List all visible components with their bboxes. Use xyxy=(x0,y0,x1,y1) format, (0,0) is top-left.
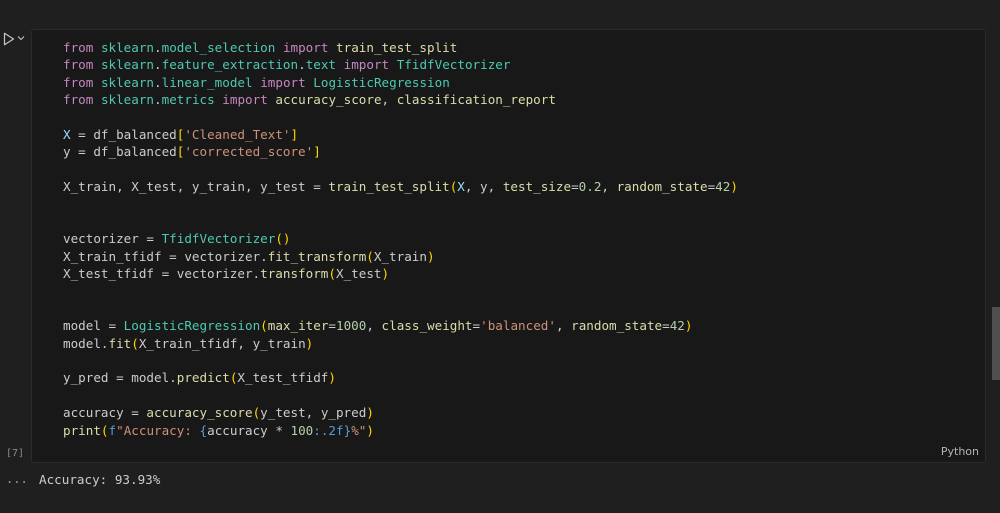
code-line: X_test_tfidf = vectorizer.transform(X_te… xyxy=(63,266,390,282)
cell-output-text: Accuracy: 93.93% xyxy=(39,472,161,487)
code-line: from sklearn.metrics import accuracy_sco… xyxy=(63,92,556,108)
code-line: model = LogisticRegression(max_iter=1000… xyxy=(63,318,693,334)
chevron-down-icon[interactable] xyxy=(17,34,25,42)
code-line: from sklearn.feature_extraction.text imp… xyxy=(63,57,511,73)
output-more-actions-icon[interactable]: ... xyxy=(6,472,28,486)
code-line: vectorizer = TfidfVectorizer() xyxy=(63,231,291,247)
code-editor[interactable]: from sklearn.model_selection import trai… xyxy=(63,39,738,439)
vertical-scrollbar-thumb[interactable] xyxy=(992,307,1000,380)
code-line: X_train_tfidf = vectorizer.fit_transform… xyxy=(63,248,435,264)
cell-run-controls xyxy=(0,30,30,50)
run-cell-play-icon[interactable] xyxy=(3,32,15,46)
execution-count: [7] xyxy=(6,448,25,459)
code-line: y_pred = model.predict(X_test_tfidf) xyxy=(63,370,336,386)
code-cell[interactable]: from sklearn.model_selection import trai… xyxy=(31,29,986,463)
code-line: model.fit(X_train_tfidf, y_train) xyxy=(63,335,314,351)
code-line: accuracy = accuracy_score(y_test, y_pred… xyxy=(63,405,374,421)
code-line: print(f"Accuracy: {accuracy * 100:.2f}%"… xyxy=(63,422,374,438)
code-line: X = df_balanced['Cleaned_Text'] xyxy=(63,126,299,142)
code-line: from sklearn.model_selection import trai… xyxy=(63,40,458,55)
code-line: X_train, X_test, y_train, y_test = train… xyxy=(63,179,738,195)
code-line: y = df_balanced['corrected_score'] xyxy=(63,144,321,160)
code-line: from sklearn.linear_model import Logisti… xyxy=(63,74,450,90)
language-indicator[interactable]: Python xyxy=(941,445,979,458)
